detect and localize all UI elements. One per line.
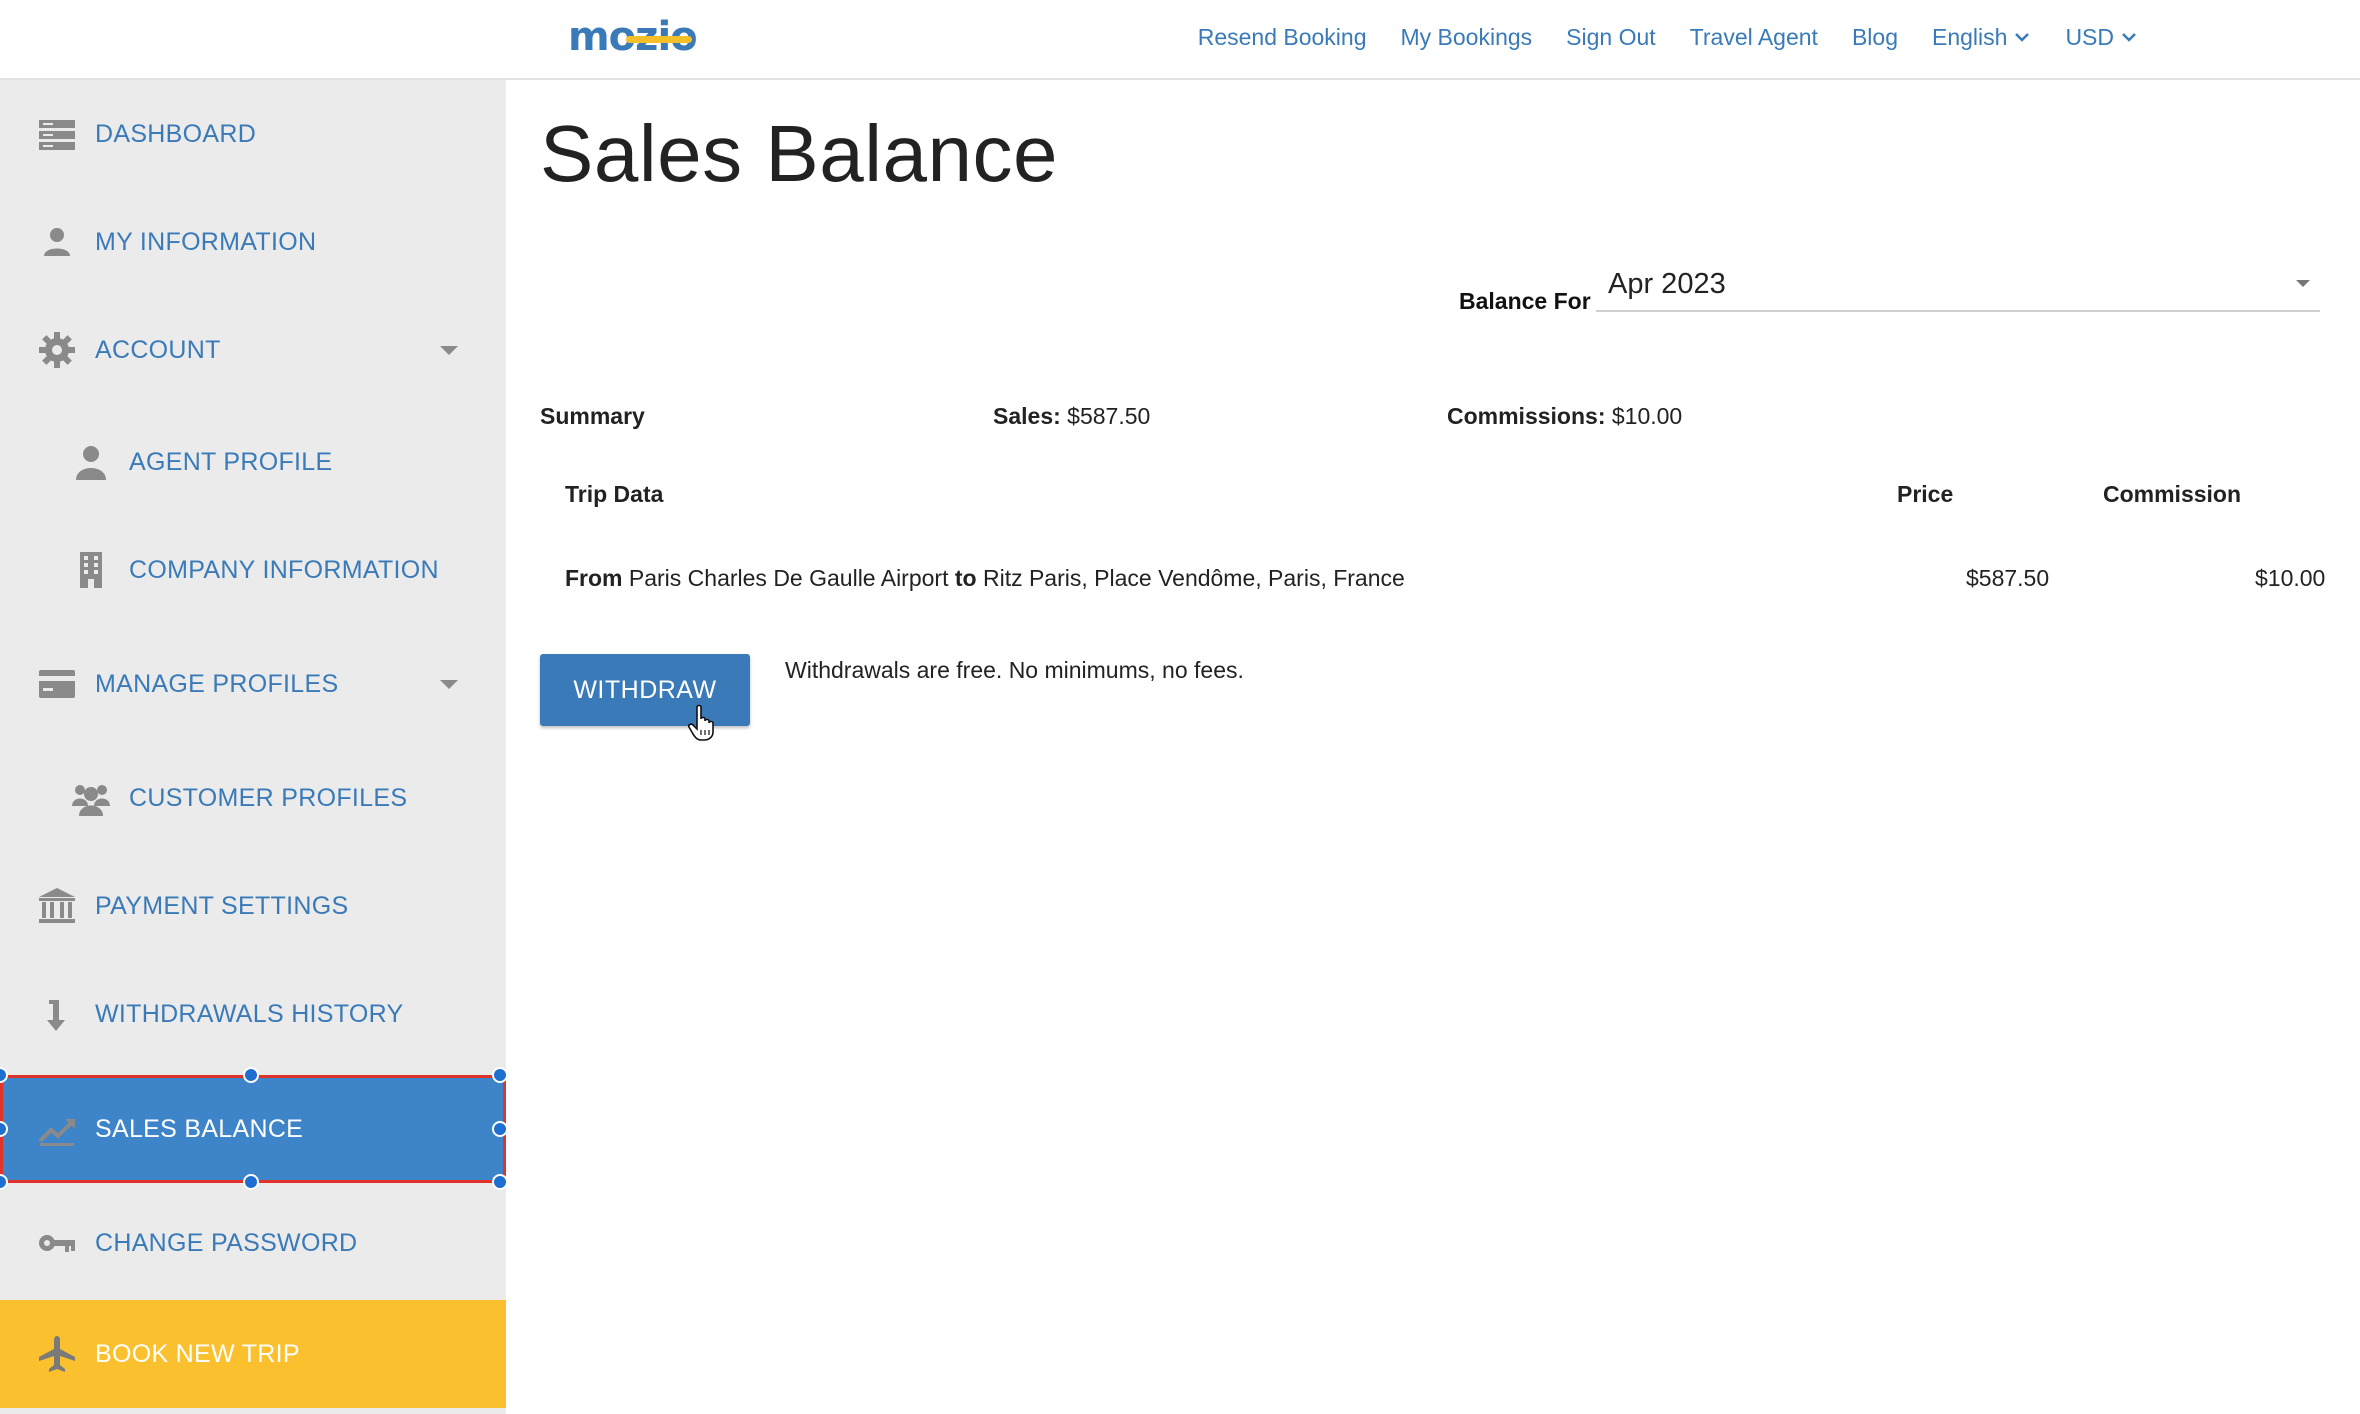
card-icon (34, 661, 80, 707)
sidebar-item-manage-profiles[interactable]: MANAGE PROFILES (0, 630, 506, 738)
user-icon (34, 219, 80, 265)
language-dropdown[interactable]: English (1932, 24, 2031, 51)
resize-handle[interactable] (243, 1067, 259, 1083)
sidebar-item-label: WITHDRAWALS HISTORY (95, 999, 404, 1028)
trip-data-cell: From Paris Charles De Gaulle Airport to … (565, 565, 1405, 592)
book-new-trip-button[interactable]: BOOK NEW TRIP (0, 1300, 506, 1408)
sidebar-item-customer-profiles[interactable]: CUSTOMER PROFILES (0, 744, 506, 852)
chart-icon (34, 1106, 80, 1152)
sidebar-item-dashboard[interactable]: DASHBOARD (0, 80, 506, 188)
currency-label: USD (2065, 23, 2114, 50)
users-icon (68, 775, 114, 821)
top-bar: mozio Resend Booking My Bookings Sign Ou… (0, 0, 2360, 80)
language-label: English (1932, 23, 2008, 50)
sidebar-item-withdrawals-history[interactable]: WITHDRAWALS HISTORY (0, 960, 506, 1068)
balance-month-value: Apr 2023 (1608, 268, 1726, 300)
sidebar-item-payment-settings[interactable]: PAYMENT SETTINGS (0, 852, 506, 960)
sidebar-item-label: MANAGE PROFILES (95, 669, 339, 698)
commissions-label: Commissions: (1447, 403, 1606, 429)
caret-down-icon (440, 346, 458, 355)
balance-for-label: Balance For (1459, 288, 1591, 314)
resize-handle[interactable] (0, 1121, 8, 1137)
sidebar-item-change-password[interactable]: CHANGE PASSWORD (0, 1189, 506, 1297)
withdraw-button[interactable]: WITHDRAW (540, 654, 750, 726)
trip-destination: Ritz Paris, Place Vendôme, Paris, France (982, 565, 1405, 591)
price-cell: $587.50 (1966, 565, 2050, 591)
plane-icon (34, 1331, 80, 1377)
bank-icon (34, 883, 80, 929)
arrow-down-icon (34, 991, 80, 1037)
sidebar-item-label: CHANGE PASSWORD (95, 1228, 358, 1257)
from-label: From (565, 565, 623, 591)
currency-dropdown[interactable]: USD (2065, 24, 2138, 51)
main-content: Sales Balance Balance For Apr 2023 Summa… (506, 80, 2360, 1414)
column-header-price: Price (1897, 481, 1954, 507)
page-title: Sales Balance (540, 109, 1058, 198)
chevron-down-icon (2122, 33, 2136, 42)
sidebar: DASHBOARD MY INFORMATION ACCOUNT AGENT P… (0, 80, 508, 1414)
caret-down-icon (2296, 280, 2310, 287)
sidebar-item-label: AGENT PROFILE (129, 447, 333, 476)
hand-cursor-icon (688, 704, 714, 741)
column-header-commission: Commission (2103, 481, 2242, 507)
nav-my-bookings[interactable]: My Bookings (1401, 24, 1533, 51)
summary-label: Summary (540, 403, 645, 429)
sidebar-item-label: PAYMENT SETTINGS (95, 891, 349, 920)
commissions-value: $10.00 (1611, 403, 1683, 429)
withdraw-note: Withdrawals are free. No minimums, no fe… (785, 657, 1244, 683)
gear-icon (34, 327, 80, 373)
sidebar-item-label: COMPANY INFORMATION (129, 555, 439, 584)
trip-origin: Paris Charles De Gaulle Airport (628, 565, 949, 591)
nav-blog[interactable]: Blog (1852, 24, 1898, 51)
logo-swoosh (626, 36, 692, 43)
dashboard-icon (34, 111, 80, 157)
key-icon (34, 1220, 80, 1266)
sidebar-item-label: CUSTOMER PROFILES (129, 783, 408, 812)
to-label: to (954, 565, 977, 591)
commission-cell: $10.00 (2255, 565, 2326, 591)
sidebar-item-label: BOOK NEW TRIP (95, 1339, 300, 1368)
sidebar-item-label: ACCOUNT (95, 335, 221, 364)
nav-resend-booking[interactable]: Resend Booking (1198, 24, 1367, 51)
sales-label: Sales: (993, 403, 1061, 429)
summary-commissions: Commissions: $10.00 (1447, 403, 1682, 430)
user-icon (68, 439, 114, 485)
building-icon (68, 547, 114, 593)
balance-month-select[interactable]: Apr 2023 (1596, 258, 2320, 312)
mozio-logo[interactable]: mozio (568, 14, 698, 64)
sidebar-item-my-information[interactable]: MY INFORMATION (0, 188, 506, 296)
sidebar-item-company-information[interactable]: COMPANY INFORMATION (0, 516, 506, 624)
caret-down-icon (440, 680, 458, 689)
sidebar-item-account[interactable]: ACCOUNT (0, 296, 506, 404)
nav-travel-agent[interactable]: Travel Agent (1690, 24, 1818, 51)
sidebar-item-sales-balance[interactable]: SALES BALANCE (0, 1067, 508, 1190)
nav-sign-out[interactable]: Sign Out (1566, 24, 1656, 51)
sidebar-item-label: DASHBOARD (95, 119, 257, 148)
chevron-down-icon (2015, 33, 2030, 42)
resize-handle[interactable] (0, 1067, 8, 1083)
sidebar-item-label: SALES BALANCE (95, 1114, 304, 1143)
top-nav: Resend Booking My Bookings Sign Out Trav… (1198, 0, 2138, 74)
sidebar-item-agent-profile[interactable]: AGENT PROFILE (0, 408, 506, 516)
summary-sales: Sales: $587.50 (993, 403, 1150, 430)
sidebar-item-label: MY INFORMATION (95, 227, 317, 256)
resize-handle[interactable] (243, 1174, 259, 1190)
sales-value: $587.50 (1067, 403, 1151, 429)
column-header-trip-data: Trip Data (565, 481, 664, 507)
resize-handle[interactable] (0, 1174, 8, 1190)
